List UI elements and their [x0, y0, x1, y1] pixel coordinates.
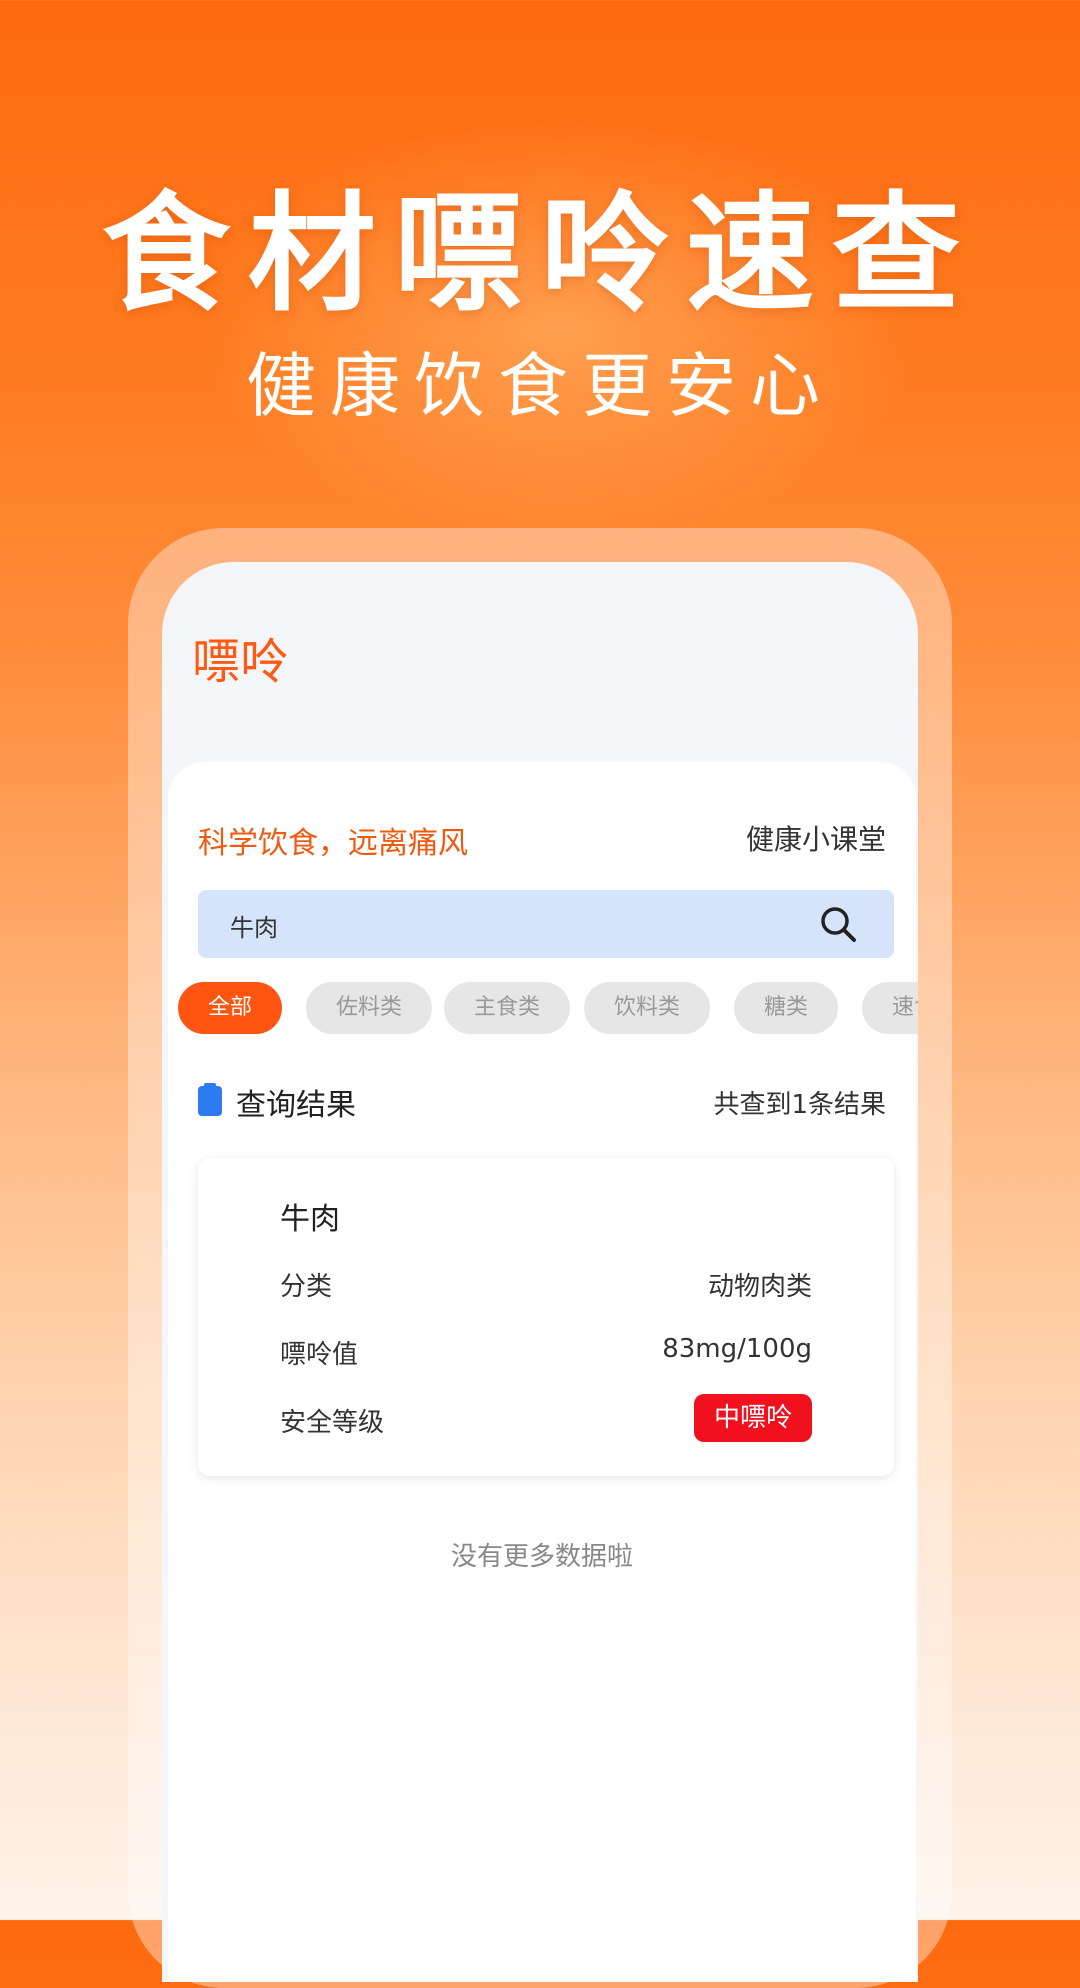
food-name: 牛肉 — [280, 1202, 340, 1237]
category-value: 动物肉类 — [707, 1272, 812, 1302]
clipboard-icon — [198, 1083, 222, 1116]
search-input[interactable]: 牛肉 — [230, 908, 278, 943]
result-count: 共查到1条结果 — [713, 1090, 886, 1120]
purine-value: 83mg/100g — [662, 1334, 812, 1364]
chip-beverage[interactable]: 饮料类 — [584, 982, 710, 1034]
category-label: 分类 — [280, 1272, 333, 1302]
purine-label: 嘌呤值 — [280, 1340, 359, 1370]
category-chips: 全部 佐料类 主食类 饮料类 糖类 速食 — [178, 982, 918, 1038]
chip-sugar[interactable]: 糖类 — [734, 982, 838, 1034]
health-class-link[interactable]: 健康小课堂 — [746, 818, 886, 858]
chip-all[interactable]: 全部 — [178, 982, 282, 1034]
section-title: 查询结果 — [236, 1088, 356, 1123]
slogan: 科学饮食，远离痛风 — [198, 826, 468, 861]
chip-fast-food[interactable]: 速食 — [862, 982, 918, 1034]
search-icon[interactable] — [818, 904, 858, 944]
result-card[interactable]: 牛肉 分类 动物肉类 嘌呤值 83mg/100g 安全等级 中嘌呤 — [198, 1158, 894, 1476]
search-bar[interactable]: 牛肉 — [198, 890, 894, 958]
content-card: 科学饮食，远离痛风 健康小课堂 牛肉 全部 佐料类 主食类 饮料类 糖类 速食 … — [168, 762, 918, 1982]
phone-screen: 嘌呤 科学饮食，远离痛风 健康小课堂 牛肉 全部 佐料类 主食类 饮料类 糖类 … — [162, 562, 918, 1982]
level-label: 安全等级 — [280, 1408, 385, 1438]
chip-staple[interactable]: 主食类 — [444, 982, 570, 1034]
no-more-text: 没有更多数据啦 — [450, 1542, 633, 1572]
level-badge: 中嘌呤 — [693, 1394, 812, 1442]
hero-subtitle: 健康饮食更安心 — [246, 345, 834, 427]
hero-title: 食材嘌呤速查 — [101, 180, 978, 329]
app-title: 嘌呤 — [192, 634, 289, 690]
chip-seasoning[interactable]: 佐料类 — [306, 982, 432, 1034]
